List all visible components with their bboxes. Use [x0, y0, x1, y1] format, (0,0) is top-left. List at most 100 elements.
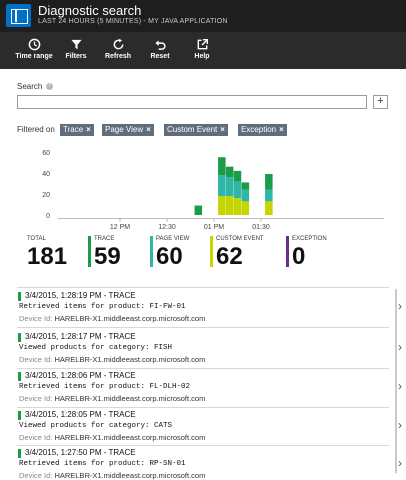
device-label: Device Id: [19, 394, 53, 403]
trace-marker [18, 411, 21, 420]
events-chart[interactable]: 60 40 20 0 12 PM 12:30 01 PM 01:30 [0, 140, 406, 232]
bar-segment-page-view [225, 177, 234, 197]
search-input[interactable] [17, 95, 367, 109]
x-tick-label: 12 PM [110, 224, 130, 231]
x-tick-label: 01:30 [252, 224, 270, 231]
close-icon[interactable]: × [220, 125, 225, 134]
bar-segment-custom-event [241, 201, 250, 215]
item-device: Device Id: HARELBR-X1.middleeast.corp.mi… [19, 433, 205, 442]
exception-value: 0 [292, 243, 306, 270]
y-tick-label: 20 [42, 192, 50, 199]
bar-segment-custom-event [265, 201, 273, 215]
filter-chip-custom-event[interactable]: Custom Event × [164, 124, 228, 136]
item-title: 3/4/2015, 1:28:17 PM - TRACE [25, 332, 136, 341]
reset-button[interactable]: Reset [138, 35, 182, 60]
y-tick-label: 40 [42, 171, 50, 178]
device-label: Device Id: [19, 355, 53, 364]
diagnostic-search-icon [6, 4, 31, 27]
trace-label: TRACE [94, 236, 115, 242]
funnel-icon [70, 39, 82, 50]
list-item[interactable]: 3/4/2015, 1:28:17 PM - TRACE Viewed prod… [18, 332, 402, 369]
bar-segment-page-view [218, 175, 226, 197]
chevron-right-icon[interactable]: › [398, 456, 402, 470]
bar-segment-trace [218, 157, 226, 176]
time-range-button[interactable]: Time range [12, 35, 56, 60]
filter-chip-exception[interactable]: Exception × [238, 124, 287, 136]
scrollbar[interactable] [395, 289, 397, 473]
chevron-right-icon[interactable]: › [398, 299, 402, 313]
total-value: 181 [27, 243, 68, 270]
bar-segment-trace [233, 170, 242, 182]
y-tick-label: 0 [46, 213, 50, 220]
command-bar: Time range Filters Refresh Reset Help [0, 32, 406, 69]
exception-label: EXCEPTION [292, 236, 327, 242]
external-link-icon [197, 38, 208, 50]
chevron-right-icon[interactable]: › [398, 379, 402, 393]
item-device: Device Id: HARELBR-X1.middleeast.corp.mi… [19, 394, 205, 403]
search-label: Search [17, 82, 43, 91]
divider [17, 287, 389, 288]
page-view-value: 60 [156, 243, 183, 270]
page-subtitle: LAST 24 HOURS (5 MINUTES) - MY JAVA APPL… [38, 18, 228, 25]
info-icon[interactable]: i [46, 83, 53, 90]
item-title: 3/4/2015, 1:28:05 PM - TRACE [25, 410, 136, 419]
totals-row: TOTAL 181 TRACE 59 PAGE VIEW 60 CUSTOM E… [0, 236, 406, 276]
x-tick-label: 12:30 [158, 224, 176, 231]
trace-marker [18, 333, 21, 342]
clock-icon [28, 38, 40, 51]
undo-icon [154, 40, 166, 50]
refresh-icon [113, 38, 123, 50]
device-value: HARELBR-X1.middleeast.corp.microsoft.com [54, 355, 206, 364]
device-value: HARELBR-X1.middleeast.corp.microsoft.com [54, 471, 206, 480]
divider [17, 407, 389, 408]
list-item[interactable]: 3/4/2015, 1:28:06 PM - TRACE Retrieved i… [18, 371, 402, 408]
bar-segment-custom-event [218, 196, 226, 215]
divider [17, 445, 389, 446]
help-label: Help [194, 53, 210, 60]
chip-label: Exception [241, 125, 277, 134]
time-range-label: Time range [15, 53, 53, 60]
trace-value: 59 [94, 243, 121, 270]
filter-chip-page-view[interactable]: Page View × [102, 124, 154, 136]
filter-chip-trace[interactable]: Trace × [60, 124, 94, 136]
page-view-label: PAGE VIEW [156, 236, 190, 242]
filtered-on-label: Filtered on [17, 125, 55, 134]
item-message: Retrieved items for product: FI-FW-01 [19, 303, 186, 311]
chevron-right-icon[interactable]: › [398, 340, 402, 354]
item-message: Retrieved items for product: RP-SN-01 [19, 460, 186, 468]
bar-segment-trace [241, 182, 250, 190]
close-icon[interactable]: × [279, 125, 284, 134]
bar-segment-page-view [241, 189, 250, 202]
page-view-color-bar [150, 236, 153, 267]
device-value: HARELBR-X1.middleeast.corp.microsoft.com [54, 314, 206, 323]
trace-color-bar [88, 236, 91, 267]
device-label: Device Id: [19, 433, 53, 442]
item-title: 3/4/2015, 1:28:06 PM - TRACE [25, 371, 136, 380]
list-item[interactable]: 3/4/2015, 1:27:50 PM - TRACE Retrieved i… [18, 448, 402, 480]
y-tick-label: 60 [42, 150, 50, 157]
blade-header: Diagnostic search LAST 24 HOURS (5 MINUT… [0, 0, 406, 32]
chip-label: Page View [105, 125, 144, 134]
help-button[interactable]: Help [180, 35, 224, 60]
list-item[interactable]: 3/4/2015, 1:28:05 PM - TRACE Viewed prod… [18, 410, 402, 447]
filters-button[interactable]: Filters [54, 35, 98, 60]
close-icon[interactable]: × [146, 125, 151, 134]
chevron-right-icon[interactable]: › [398, 418, 402, 432]
item-message: Retrieved items for product: FL-DLH-02 [19, 383, 191, 391]
divider [17, 368, 389, 369]
list-item[interactable]: 3/4/2015, 1:28:19 PM - TRACE Retrieved i… [18, 291, 402, 328]
divider [17, 327, 389, 328]
close-icon[interactable]: × [86, 125, 91, 134]
bar-segment-custom-event [225, 196, 234, 215]
refresh-label: Refresh [104, 53, 132, 60]
trace-marker [18, 372, 21, 381]
filters-label: Filters [65, 53, 87, 60]
device-label: Device Id: [19, 471, 53, 480]
device-value: HARELBR-X1.middleeast.corp.microsoft.com [54, 433, 206, 442]
add-search-button[interactable]: + [373, 95, 388, 109]
chip-label: Custom Event [167, 125, 218, 134]
custom-event-value: 62 [216, 243, 243, 270]
refresh-button[interactable]: Refresh [96, 35, 140, 60]
device-value: HARELBR-X1.middleeast.corp.microsoft.com [54, 394, 206, 403]
custom-event-color-bar [210, 236, 213, 267]
